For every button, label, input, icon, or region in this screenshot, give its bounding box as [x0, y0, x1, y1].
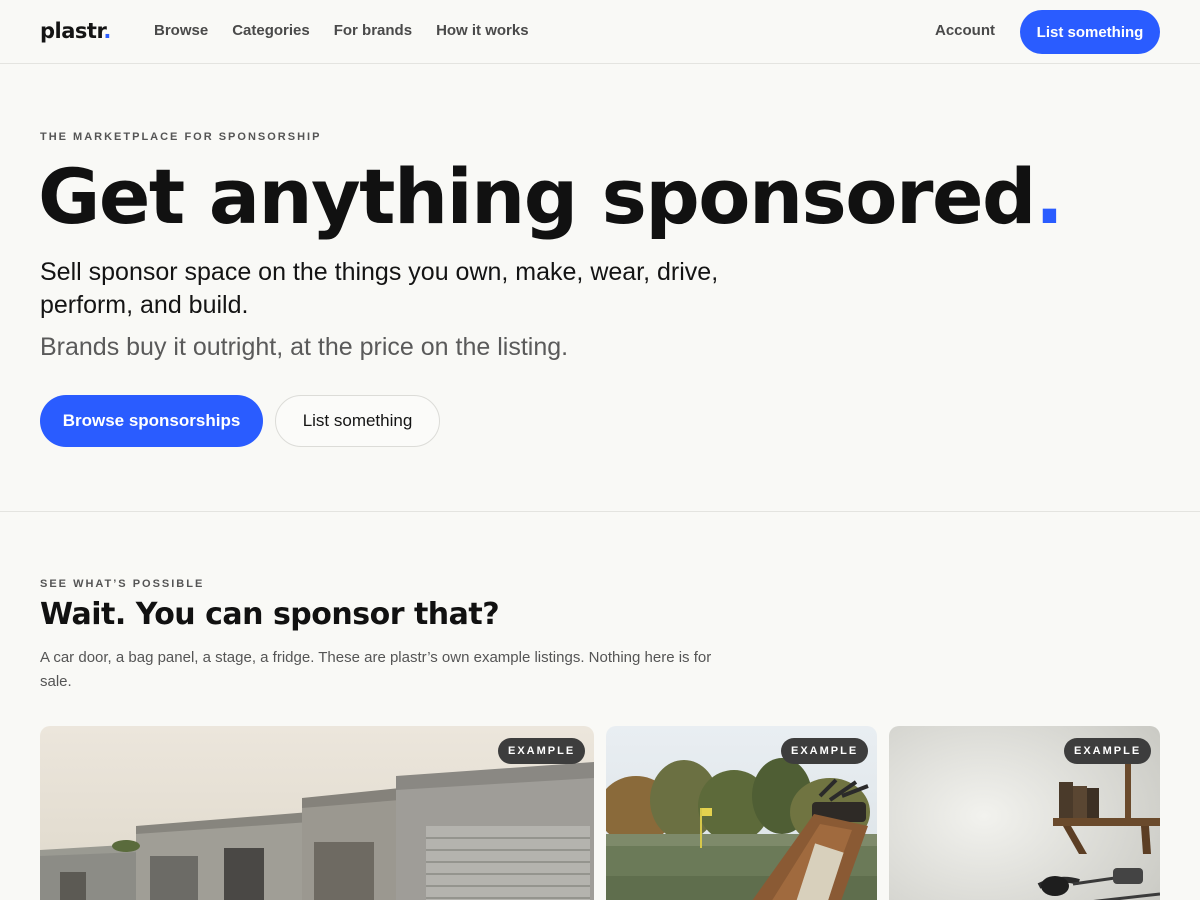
- nav-categories-link[interactable]: Categories: [232, 22, 310, 39]
- logo-text: plastr: [40, 19, 104, 43]
- hero-subtitle-secondary: Brands buy it outright, at the price on …: [40, 333, 569, 361]
- example-card-golf-bag[interactable]: EXAMPLE: [606, 726, 877, 900]
- hero-title: Get anything sponsored.: [38, 152, 1064, 241]
- browse-sponsorships-button[interactable]: Browse sponsorships: [40, 395, 263, 447]
- examples-eyebrow: SEE WHAT’S POSSIBLE: [40, 578, 205, 590]
- example-badge: EXAMPLE: [781, 738, 869, 764]
- list-something-button[interactable]: List something: [275, 395, 440, 447]
- hero-eyebrow: THE MARKETPLACE FOR SPONSORSHIP: [40, 131, 322, 143]
- example-badge: EXAMPLE: [498, 738, 586, 764]
- top-navigation-bar: plastr. Browse Categories For brands How…: [0, 0, 1200, 64]
- hero-subtitle: Sell sponsor space on the things you own…: [40, 258, 719, 319]
- list-something-header-button[interactable]: List something: [1020, 10, 1160, 54]
- examples-title: Wait. You can sponsor that?: [40, 597, 500, 632]
- nav-how-it-works-link[interactable]: How it works: [436, 22, 529, 39]
- main-nav: Browse Categories For brands How it work…: [154, 22, 529, 39]
- section-divider: [0, 511, 1200, 512]
- account-link[interactable]: Account: [935, 22, 995, 39]
- example-card-garages[interactable]: EXAMPLE: [40, 726, 594, 900]
- example-badge: EXAMPLE: [1064, 738, 1152, 764]
- hero-title-text: Get anything sponsored: [38, 152, 1036, 241]
- examples-description: A car door, a bag panel, a stage, a frid…: [40, 649, 712, 690]
- plastr-logo[interactable]: plastr.: [40, 19, 111, 43]
- hero-title-dot: .: [1034, 152, 1064, 241]
- nav-for-brands-link[interactable]: For brands: [334, 22, 412, 39]
- nav-browse-link[interactable]: Browse: [154, 22, 208, 39]
- example-card-studio[interactable]: EXAMPLE: [889, 726, 1160, 900]
- logo-dot: .: [103, 19, 111, 43]
